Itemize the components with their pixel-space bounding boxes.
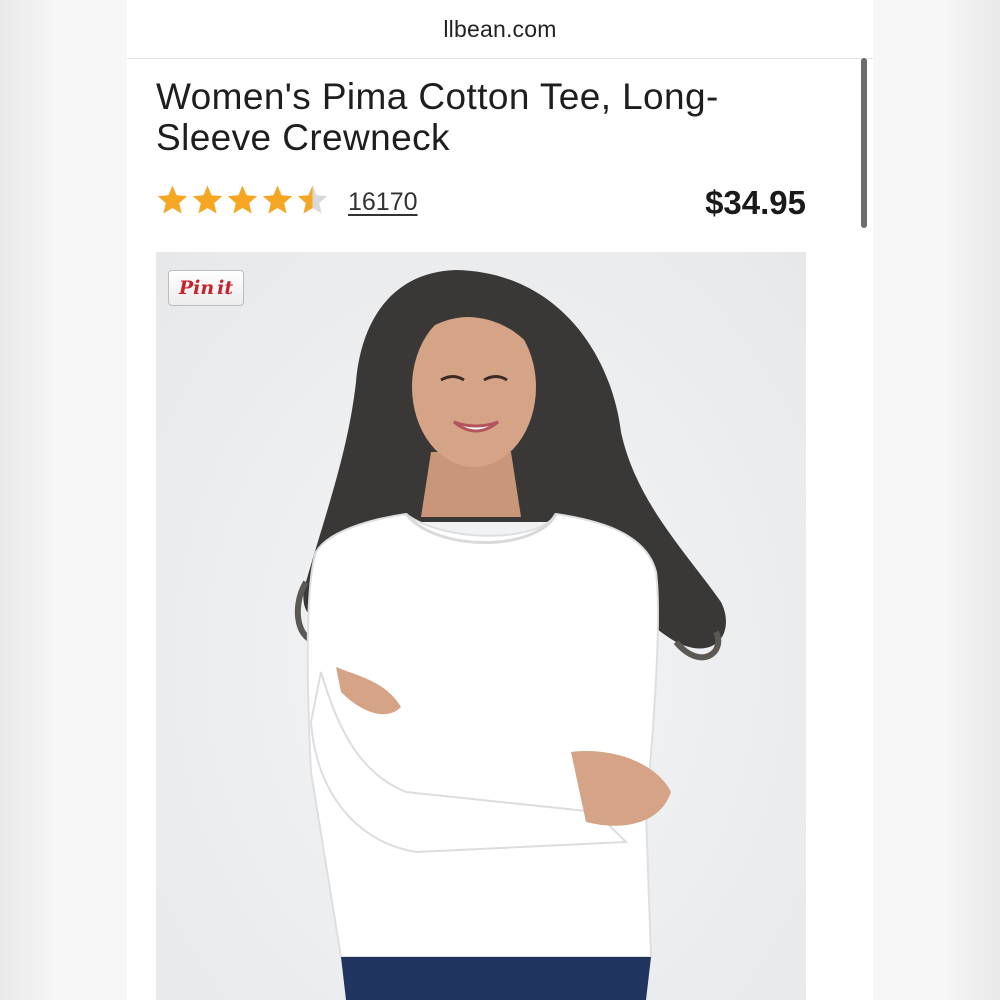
star-icon [192, 185, 223, 214]
model-illustration [294, 270, 726, 1000]
rating-price-row: 16170 $34.95 [156, 182, 806, 226]
star-rating[interactable] [156, 184, 329, 220]
product-image[interactable]: Pin it [156, 252, 806, 1000]
star-icon [297, 185, 328, 214]
scrollbar[interactable] [861, 58, 867, 228]
star-icon [262, 185, 293, 214]
mobile-browser-viewport: llbean.com Women's Pima Cotton Tee, Long… [127, 0, 873, 1000]
review-count-link[interactable]: 16170 [348, 188, 418, 217]
product-title: Women's Pima Cotton Tee, Long-Sleeve Cre… [156, 76, 719, 158]
product-price: $34.95 [705, 184, 806, 221]
star-icon [157, 185, 188, 214]
pin-it-button[interactable]: Pin it [168, 270, 244, 306]
pin-it-label: Pin [178, 277, 215, 299]
star-icon [227, 185, 258, 214]
url-text[interactable]: llbean.com [127, 16, 873, 43]
address-bar[interactable]: llbean.com [127, 0, 873, 59]
pin-it-label-suffix: it [217, 277, 234, 299]
